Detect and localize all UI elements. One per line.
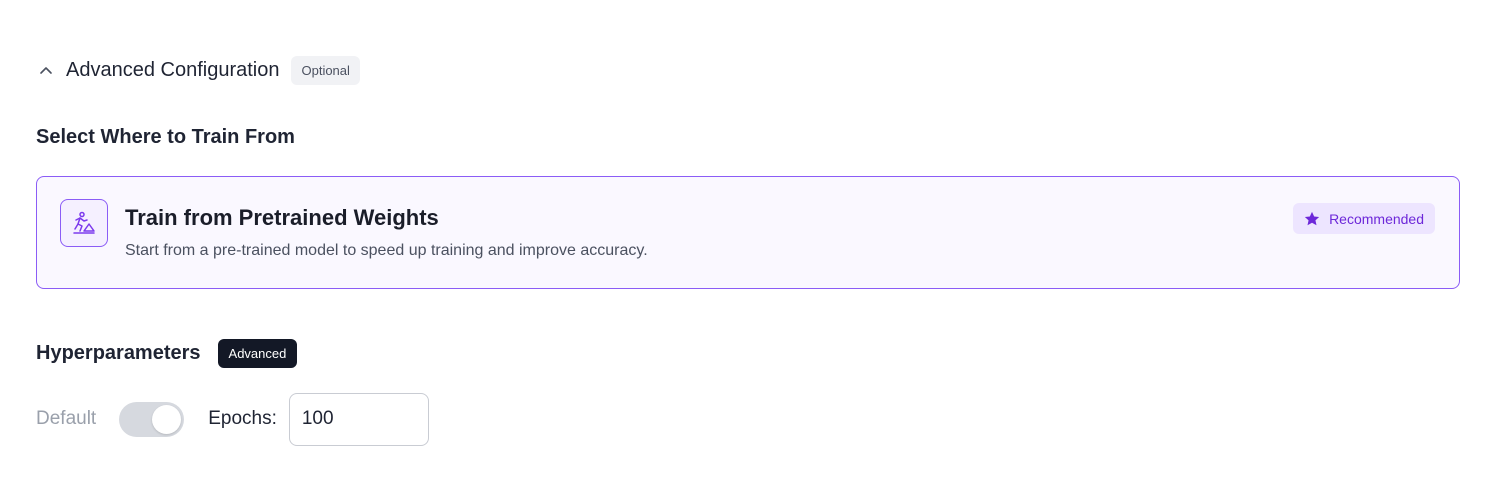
hyperparameters-title: Hyperparameters: [36, 341, 201, 364]
toggle-knob: [152, 404, 182, 434]
advanced-config-header[interactable]: Advanced Configuration Optional: [36, 54, 360, 86]
advanced-config-title[interactable]: Advanced Configuration: [66, 59, 279, 82]
recommended-badge-label: Recommended: [1329, 210, 1424, 227]
page: Advanced Configuration Optional Select W…: [0, 0, 1486, 502]
train-from-section-title: Select Where to Train From: [36, 126, 295, 148]
train-from-pretrained-option[interactable]: Train from Pretrained Weights Start from…: [36, 176, 1460, 289]
advanced-badge: Advanced: [217, 338, 298, 368]
hyperparameters-header: Hyperparameters Advanced: [36, 337, 298, 369]
option-description: Start from a pre-trained model to speed …: [125, 242, 648, 259]
chevron-up-icon[interactable]: [36, 60, 56, 80]
recommended-badge: Recommended: [1293, 203, 1435, 234]
optional-badge: Optional: [291, 55, 360, 85]
star-icon: [1304, 211, 1320, 225]
epochs-label: Epochs:: [208, 408, 277, 429]
hyperparameters-row: Default Epochs:: [36, 392, 429, 446]
person-sliding-icon: [60, 199, 108, 247]
default-toggle[interactable]: [119, 401, 185, 437]
option-title: Train from Pretrained Weights: [125, 205, 439, 230]
epochs-input[interactable]: [288, 392, 429, 446]
default-label: Default: [36, 408, 97, 429]
